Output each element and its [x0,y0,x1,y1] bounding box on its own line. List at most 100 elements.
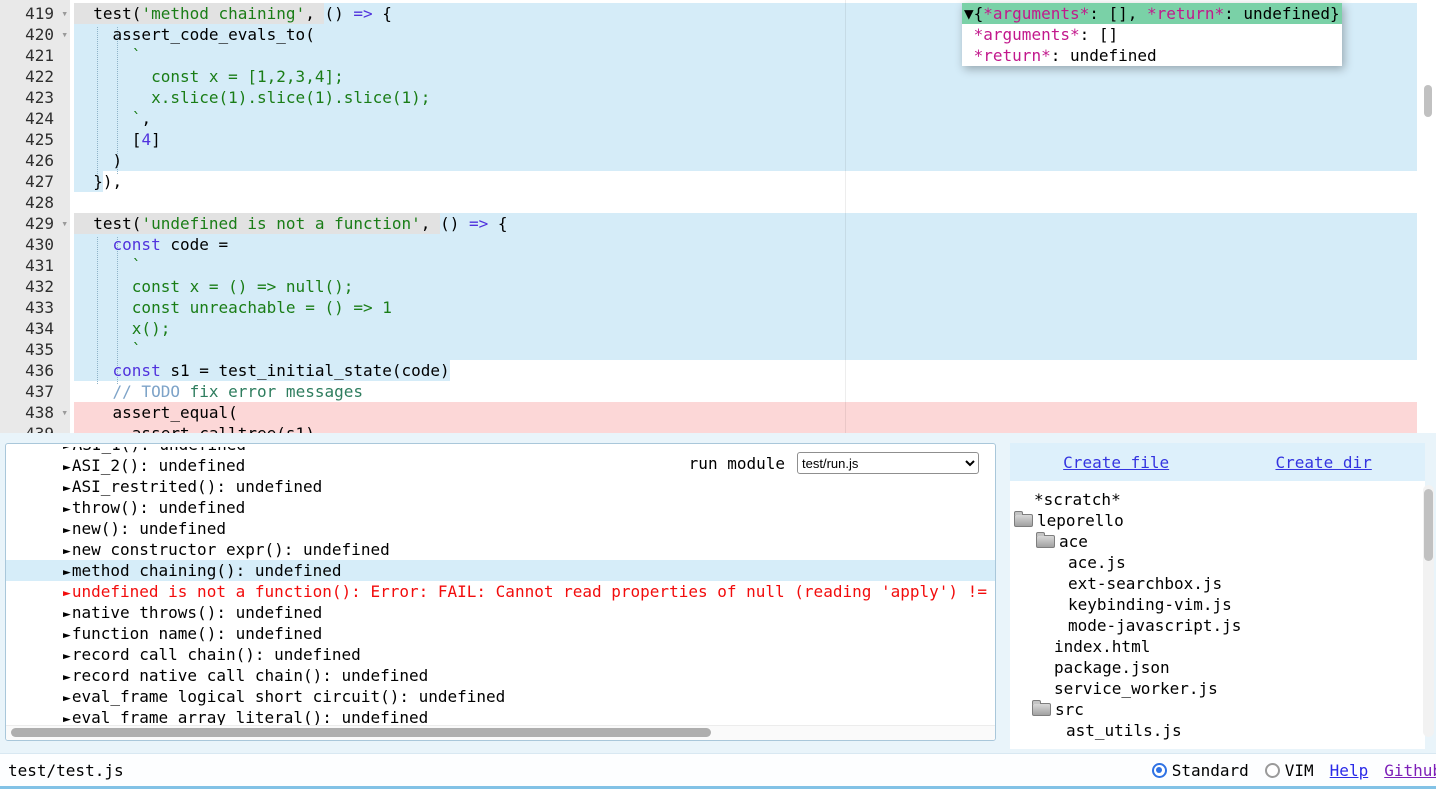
code-line-content[interactable]: const s1 = test_initial_state(code) [70,360,1436,381]
code-line-content[interactable]: assert_calltree(s1), [70,423,1436,433]
file-tree-label: ace [1059,531,1088,552]
file-tree-label: index.html [1054,636,1150,657]
test-result-item[interactable]: ►record call chain(): undefined [6,644,995,665]
code-line-content[interactable]: test('undefined is not a function', () =… [70,213,1436,234]
test-result-item[interactable]: ►ASI_restrited(): undefined [6,476,995,497]
code-line[interactable]: 439 assert_calltree(s1), [0,423,1436,433]
code-line[interactable]: 423 x.slice(1).slice(1).slice(1); [0,87,1436,108]
test-result-item[interactable]: ►record native call chain(): undefined [6,665,995,686]
file-tree-scrollbar-thumb[interactable] [1424,489,1433,561]
code-line-content[interactable]: const code = [70,234,1436,255]
folder-icon [1036,535,1055,548]
code-line[interactable]: 427 }), [0,171,1436,192]
run-module-select[interactable]: test/run.js [797,452,979,474]
code-line[interactable]: 436 const s1 = test_initial_state(code) [0,360,1436,381]
editor-vertical-scrollbar[interactable] [1424,85,1432,117]
code-line-content[interactable]: const x = [1,2,3,4]; [70,66,1436,87]
code-line[interactable]: 434 x(); [0,318,1436,339]
code-line[interactable]: 433 const unreachable = () => 1 [0,297,1436,318]
file-tree-item[interactable]: ace [1010,531,1425,552]
test-result-item[interactable]: ►native throws(): undefined [6,602,995,623]
code-line[interactable]: 432 const x = () => null(); [0,276,1436,297]
help-link[interactable]: Help [1330,761,1369,780]
test-result-item[interactable]: ►function name(): undefined [6,623,995,644]
code-line[interactable]: 435 ` [0,339,1436,360]
radio-unselected-icon[interactable] [1265,763,1280,778]
file-tree-label: mode-javascript.js [1068,615,1241,636]
expand-arrow-icon[interactable]: ► [63,649,71,664]
code-line-content[interactable]: ` [70,255,1436,276]
test-result-item[interactable]: ►throw(): undefined [6,497,995,518]
test-result-item[interactable]: ►new(): undefined [6,518,995,539]
expand-arrow-icon[interactable]: ► [63,481,71,496]
fold-arrow-icon[interactable]: ▾ [61,402,68,423]
file-tree-item[interactable]: mode-javascript.js [1010,615,1425,636]
line-number: 428 [0,192,70,213]
code-token: x(); [74,319,170,338]
file-tree-item[interactable]: src [1010,699,1425,720]
code-line[interactable]: 430 const code = [0,234,1436,255]
expand-arrow-icon[interactable]: ► [63,460,71,475]
code-line[interactable]: 426 ) [0,150,1436,171]
code-line[interactable]: 425 [4] [0,129,1436,150]
code-line[interactable]: 437 // TODO fix error messages [0,381,1436,402]
vim-mode-radio[interactable]: VIM [1265,761,1314,780]
file-tree-item[interactable]: leporello [1010,510,1425,531]
code-line[interactable]: 428 [0,192,1436,213]
code-line-content[interactable]: ) [70,150,1436,171]
file-tree-item[interactable]: keybinding-vim.js [1010,594,1425,615]
line-number: 439 [0,423,70,433]
expand-arrow-icon[interactable]: ► [63,628,71,643]
expand-arrow-icon[interactable]: ► [63,670,71,685]
code-line-content[interactable] [70,192,1436,213]
code-line-content[interactable]: `, [70,108,1436,129]
file-tree-item[interactable]: *scratch* [1010,489,1425,510]
line-number-text: 429 [25,214,54,233]
radio-selected-icon[interactable] [1152,763,1167,778]
expand-arrow-icon[interactable]: ► [63,607,71,622]
test-result-item[interactable]: ►method chaining(): undefined [6,560,995,581]
expand-arrow-icon[interactable]: ► [63,523,71,538]
fold-arrow-icon[interactable]: ▾ [61,24,68,45]
expand-arrow-icon[interactable]: ► [63,586,71,601]
code-line-content[interactable]: const unreachable = () => 1 [70,297,1436,318]
test-result-item[interactable]: ►eval_frame logical short circuit(): und… [6,686,995,707]
file-tree-item[interactable]: ace.js [1010,552,1425,573]
code-line[interactable]: 431 ` [0,255,1436,276]
code-token: const x = [1,2,3,4]; [74,67,344,86]
file-tree-item[interactable]: ast_utils.js [1010,720,1425,741]
code-line-content[interactable]: // TODO fix error messages [70,381,1436,402]
clipped-result-text: ►ASI_1(): undefined [6,447,246,454]
code-line[interactable]: 422 const x = [1,2,3,4]; [0,66,1436,87]
code-line-content[interactable]: x(); [70,318,1436,339]
code-line-content[interactable]: ` [70,339,1436,360]
file-tree-item[interactable]: service_worker.js [1010,678,1425,699]
code-line-content[interactable]: x.slice(1).slice(1).slice(1); [70,87,1436,108]
fold-arrow-icon[interactable]: ▾ [61,213,68,234]
standard-mode-radio[interactable]: Standard [1152,761,1249,780]
file-tree-item[interactable]: index.html [1010,636,1425,657]
fold-arrow-icon[interactable]: ▾ [61,3,68,24]
test-result-item[interactable]: ►undefined is not a function(): Error: F… [6,581,995,602]
file-tree-item[interactable]: ext-searchbox.js [1010,573,1425,594]
code-line-content[interactable]: }), [70,171,1436,192]
code-line[interactable]: 438▾ assert_equal( [0,402,1436,423]
code-line-content[interactable]: [4] [70,129,1436,150]
create-dir-link[interactable]: Create dir [1275,453,1371,472]
code-line-content[interactable]: assert_equal( [70,402,1436,423]
code-line-content[interactable]: const x = () => null(); [70,276,1436,297]
code-line[interactable]: 429 ▾ test('undefined is not a function',… [0,213,1436,234]
code-token: assert_calltree(s1), [74,424,324,433]
github-link[interactable]: Github [1384,761,1436,780]
expand-arrow-icon[interactable]: ► [63,502,71,517]
expand-arrow-icon[interactable]: ► [63,565,71,580]
create-file-link[interactable]: Create file [1063,453,1169,472]
popup-header-row[interactable]: ▼{*arguments*: [], *return*: undefined} [962,3,1342,24]
code-editor[interactable]: 419▾ test('method chaining', () => {420▾… [0,0,1436,433]
expand-arrow-icon[interactable]: ► [63,691,71,706]
test-result-item[interactable]: ►new constructor expr(): undefined [6,539,995,560]
file-tree-item[interactable]: package.json [1010,657,1425,678]
code-line[interactable]: 424 `, [0,108,1436,129]
expand-arrow-icon[interactable]: ► [63,544,71,559]
results-horizontal-scrollbar-thumb[interactable] [11,728,711,737]
